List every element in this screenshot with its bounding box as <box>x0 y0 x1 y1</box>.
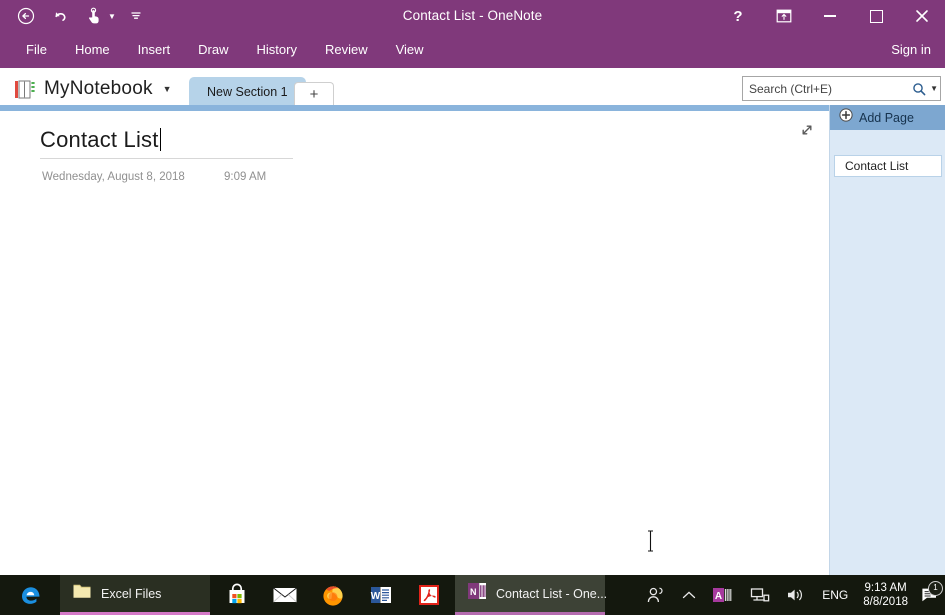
taskbar-app-firefox[interactable] <box>310 575 356 615</box>
minimize-icon[interactable] <box>807 0 853 32</box>
plus-circle-icon <box>839 108 853 127</box>
search-icon[interactable] <box>910 82 928 96</box>
tab-review[interactable]: Review <box>311 32 382 68</box>
notebook-section-bar: MyNotebook ▼ New Section 1 + ▼ <box>0 68 945 109</box>
tab-insert[interactable]: Insert <box>124 32 185 68</box>
title-bar: ▼ Contact List - OneNote ? <box>0 0 945 32</box>
maximize-icon[interactable] <box>853 0 899 32</box>
mail-icon <box>272 585 298 605</box>
clock-time: 9:13 AM <box>863 581 908 595</box>
undo-icon[interactable] <box>44 2 76 30</box>
svg-text:W: W <box>371 591 381 602</box>
store-icon <box>225 583 249 607</box>
taskbar-app-mail[interactable] <box>262 575 308 615</box>
page-time: 9:09 AM <box>224 171 266 183</box>
tab-view[interactable]: View <box>382 32 438 68</box>
add-page-button[interactable]: Add Page <box>830 105 945 130</box>
ribbon-tabs: File Home Insert Draw History Review Vie… <box>12 32 438 68</box>
taskbar-app-edge[interactable] <box>8 575 54 615</box>
notebook-icon <box>14 80 36 99</box>
page-date: Wednesday, August 8, 2018 <box>42 171 185 183</box>
taskbar-window-label: Excel Files <box>101 587 161 601</box>
close-icon[interactable] <box>899 0 945 32</box>
taskbar-app-word[interactable]: W <box>358 575 404 615</box>
tab-history[interactable]: History <box>243 32 311 68</box>
section-tab-new-section-1[interactable]: New Section 1 <box>189 77 306 108</box>
text-caret <box>160 128 161 151</box>
mouse-text-cursor <box>647 530 654 552</box>
system-tray: A ENG 9:13 AM <box>638 575 945 615</box>
notebook-selector[interactable]: MyNotebook ▼ <box>14 74 172 104</box>
taskbar: Excel Files <box>0 575 945 615</box>
add-page-label: Add Page <box>859 111 914 125</box>
search-input[interactable] <box>743 82 910 96</box>
people-icon[interactable] <box>638 575 674 615</box>
onenote-window: ▼ Contact List - OneNote ? <box>0 0 945 615</box>
show-hidden-icons-chevron[interactable] <box>674 575 704 615</box>
quick-access-toolbar: ▼ <box>10 0 152 32</box>
touch-mode-dropdown-caret[interactable]: ▼ <box>106 2 118 30</box>
customize-quick-access-toolbar-icon[interactable] <box>120 2 152 30</box>
word-icon: W <box>369 583 393 607</box>
chevron-down-icon[interactable]: ▼ <box>163 84 172 94</box>
taskbar-window-label: Contact List - One... <box>496 587 607 601</box>
page-list-panel: Add Page Contact List <box>829 105 945 575</box>
edge-icon <box>18 582 44 608</box>
search-box[interactable]: ▼ <box>742 76 941 101</box>
search-dropdown-caret[interactable]: ▼ <box>928 84 940 93</box>
expand-page-icon[interactable] <box>799 122 815 138</box>
network-icon[interactable] <box>742 575 778 615</box>
firefox-icon <box>320 582 346 608</box>
taskbar-window-onenote[interactable]: N Contact List - One... <box>455 575 605 615</box>
onenote-icon: N <box>467 581 487 606</box>
window-controls: ? <box>715 0 945 32</box>
notification-count-badge: 1 <box>928 581 943 596</box>
help-icon[interactable]: ? <box>715 0 761 32</box>
svg-text:A: A <box>715 591 722 602</box>
language-indicator[interactable]: ENG <box>814 588 856 602</box>
taskbar-app-adobe-acrobat[interactable] <box>406 575 452 615</box>
page-title: Contact List <box>40 127 159 153</box>
notebook-name: MyNotebook <box>44 78 153 100</box>
tab-file[interactable]: File <box>12 32 61 68</box>
page-title-field[interactable]: Contact List <box>40 127 293 159</box>
ribbon-display-options-icon[interactable] <box>761 0 807 32</box>
ime-language-icon[interactable]: A <box>704 575 742 615</box>
svg-text:N: N <box>470 587 477 597</box>
taskbar-app-microsoft-store[interactable] <box>214 575 260 615</box>
page-timestamp: Wednesday, August 8, 2018 9:09 AM <box>42 171 266 183</box>
tab-home[interactable]: Home <box>61 32 124 68</box>
page-canvas[interactable]: Contact List Wednesday, August 8, 2018 9… <box>0 111 829 575</box>
ribbon-tab-bar: File Home Insert Draw History Review Vie… <box>0 32 945 68</box>
folder-icon <box>72 582 92 605</box>
page-list-item-contact-list[interactable]: Contact List <box>834 155 942 177</box>
clock-date: 8/8/2018 <box>863 595 908 609</box>
clock[interactable]: 9:13 AM 8/8/2018 <box>856 581 915 609</box>
volume-icon[interactable] <box>778 575 814 615</box>
taskbar-window-excel-files[interactable]: Excel Files <box>60 575 210 615</box>
adobe-acrobat-icon <box>417 583 441 607</box>
sign-in-button[interactable]: Sign in <box>891 32 931 68</box>
tab-draw[interactable]: Draw <box>184 32 242 68</box>
back-icon[interactable] <box>10 2 42 30</box>
action-center-icon[interactable]: 1 <box>915 586 945 604</box>
